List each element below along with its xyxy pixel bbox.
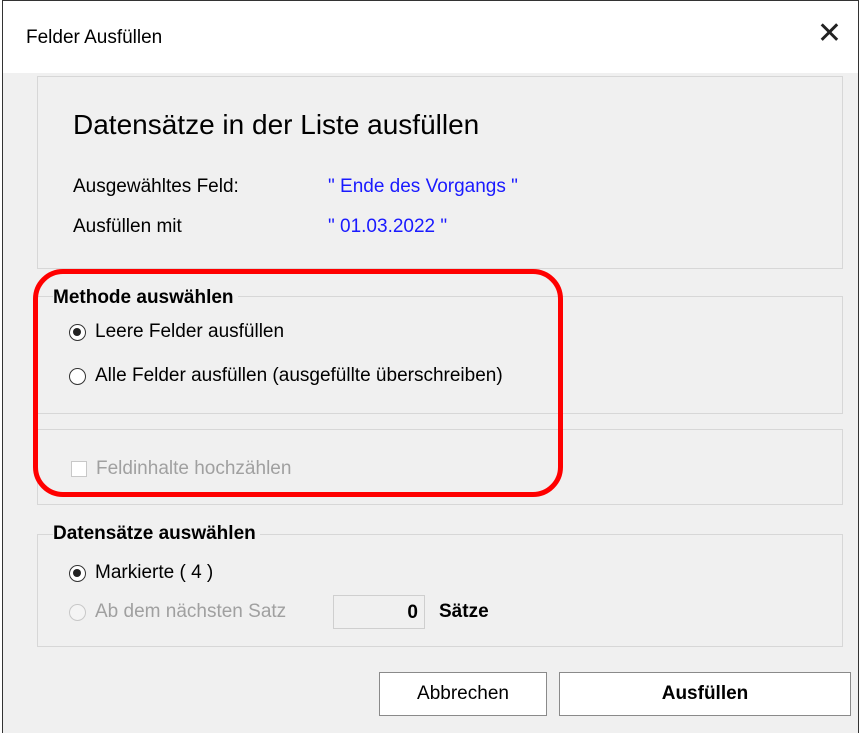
radio-empty-fields[interactable]: Leere Felder ausfüllen [69,319,284,345]
radio-all-fields[interactable]: Alle Felder ausfüllen (ausgefüllte übers… [69,363,503,389]
radio-marked[interactable]: Markierte ( 4 ) [69,560,213,586]
radio-from-next-label: Ab dem nächsten Satz [95,601,287,622]
selected-field-label: Ausgewähltes Feld: [73,176,239,197]
increment-checkbox[interactable] [71,461,87,477]
dialog-heading: Datensätze in der Liste ausfüllen [73,109,480,140]
selected-field-value: " Ende des Vorgangs " [328,176,518,197]
title-bar: Felder Ausfüllen ✕ [3,1,858,73]
increment-checkbox-row[interactable]: Feldinhalte hochzählen [71,456,291,482]
radio-all-fields-label: Alle Felder ausfüllen (ausgefüllte übers… [95,365,503,386]
method-group-label: Methode auswählen [53,287,238,309]
radio-from-next[interactable]: Ab dem nächsten Satz [69,599,286,625]
info-panel [37,76,843,269]
records-group [37,534,843,647]
radio-button-unchecked[interactable] [69,367,86,385]
radio-marked-label: Markierte ( 4 ) [95,562,214,583]
record-count-value: 0 [407,602,418,623]
increment-checkbox-label: Feldinhalte hochzählen [96,458,292,479]
cancel-button[interactable]: Abbrechen [379,672,547,716]
records-group-label: Datensätze auswählen [53,523,260,545]
radio-empty-fields-label: Leere Felder ausfüllen [95,321,285,342]
fill-with-value: " 01.03.2022 " [328,216,448,237]
radio-button-checked[interactable] [69,564,86,582]
fill-with-label: Ausfüllen mit [73,216,182,237]
close-icon[interactable]: ✕ [817,19,842,49]
record-count-unit: Sätze [439,601,489,622]
radio-button-disabled[interactable] [69,603,86,621]
record-count-input[interactable]: 0 [333,595,425,629]
fill-button[interactable]: Ausfüllen [559,672,851,716]
method-group [37,296,843,414]
fill-fields-dialog: Felder Ausfüllen ✕ Datensätze in der Lis… [2,0,859,733]
window-title: Felder Ausfüllen [26,27,163,48]
radio-button-checked[interactable] [69,323,86,341]
